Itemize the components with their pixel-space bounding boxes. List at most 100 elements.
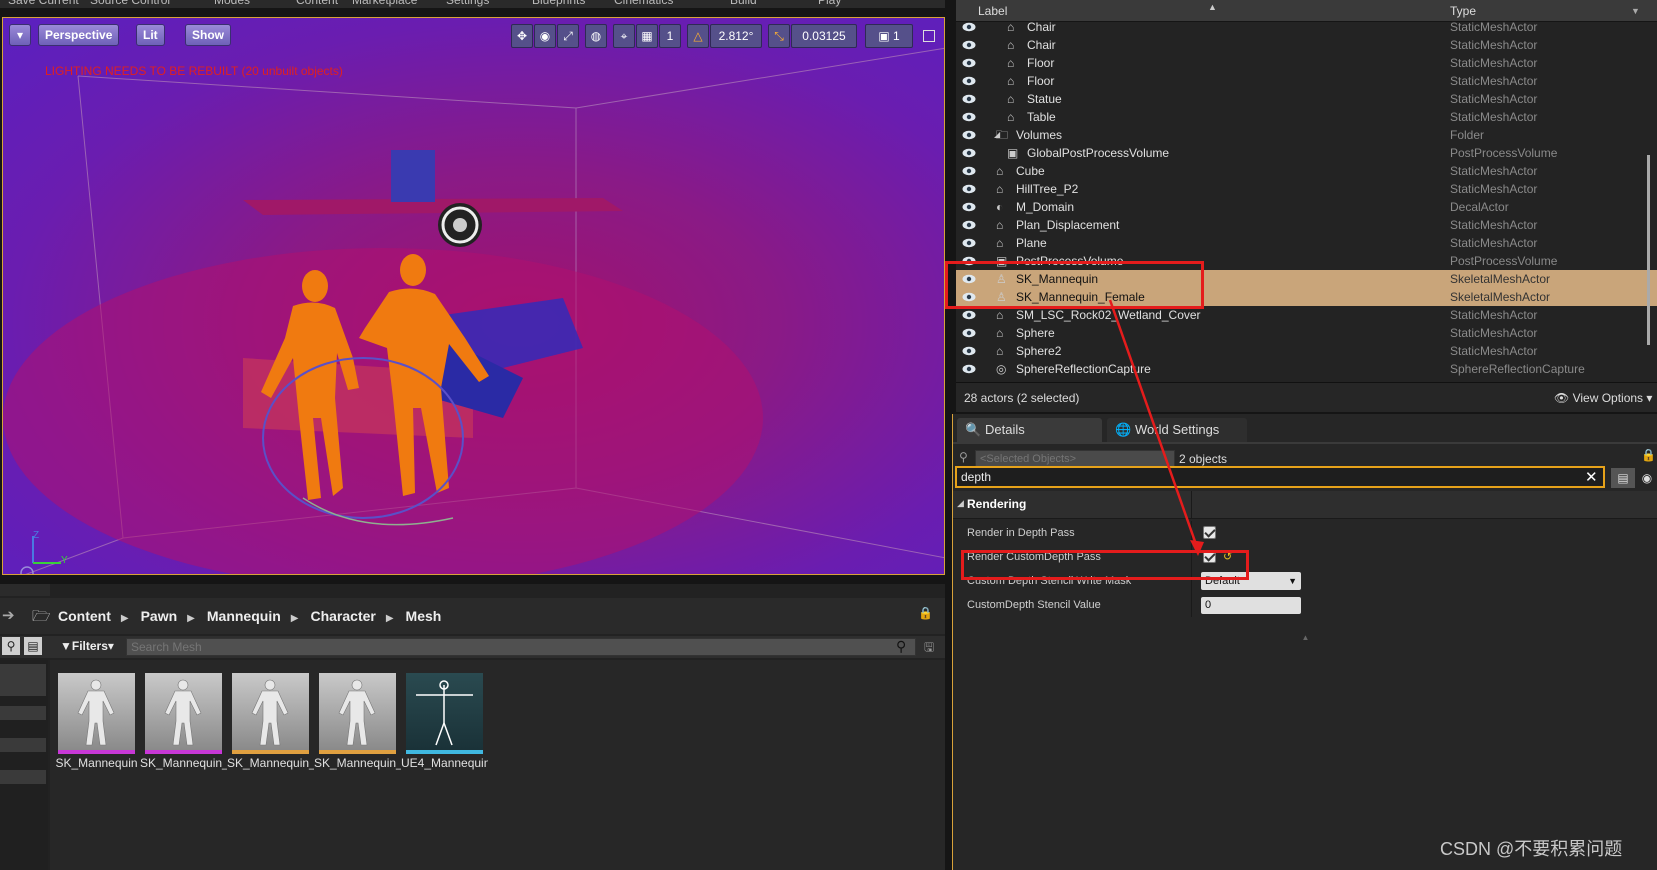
column-label-header[interactable]: Label [978,4,1007,18]
visibility-eye-icon[interactable] [962,328,976,338]
outliner-row[interactable]: ◢ 🗀 Volumes Folder [956,126,1657,144]
visibility-eye-icon[interactable] [962,76,976,86]
outliner-row[interactable]: ◎ SphereReflectionCapture SphereReflection… [956,360,1657,378]
show-button[interactable]: Show [185,24,231,46]
outliner-scrollbar[interactable] [1647,155,1650,345]
visibility-eye-icon[interactable] [962,346,976,356]
filters-button[interactable]: ▼Filters▾ [60,639,114,653]
capture-icon: ◎ [996,362,1007,376]
outliner-row[interactable]: ▣ GlobalPostProcessVolume PostProcessVolum… [956,144,1657,162]
toolbar-item-build[interactable]: Build [730,0,757,7]
breadcrumb-item[interactable]: Character [310,608,375,624]
eye-icon[interactable]: ◉ [1637,468,1657,488]
actor-label: Plane [1016,236,1047,250]
stencil-value-input[interactable]: 0 [1201,597,1301,614]
grid-snap-icon[interactable]: ▦ [636,24,658,48]
resize-handle-icon[interactable]: ▲ [953,634,1657,642]
details-search-input[interactable]: depth [961,470,991,484]
clear-search-icon[interactable]: ✕ [1585,468,1598,486]
outliner-row[interactable]: ⌂ Sphere2 StaticMeshActor [956,342,1657,360]
toolbar-item-content[interactable]: Content [296,0,338,7]
view-options-button[interactable]: 👁 View Options ▾ [1554,391,1652,405]
visibility-eye-icon[interactable] [962,130,976,140]
toolbar-item-settings[interactable]: Settings [446,0,489,7]
details-search-box[interactable]: depth ✕ [955,466,1605,488]
number-value: 0 [1205,599,1212,611]
visibility-eye-icon[interactable] [962,22,976,32]
scale-snap-icon[interactable]: ⤡ [768,24,790,48]
lock-icon[interactable]: 🔒 [1641,448,1656,462]
world-space-icon[interactable]: ◍ [585,24,607,48]
scale-snap-value[interactable]: 0.03125 [791,24,857,48]
lock-icon[interactable]: 🔒 [918,606,933,620]
rotate-tool-icon[interactable]: ◉ [534,24,556,48]
visibility-eye-icon[interactable] [962,184,976,194]
outliner-row[interactable]: ⌂ Cube StaticMeshActor [956,162,1657,180]
surface-snap-icon[interactable]: ⌖ [613,24,635,48]
visibility-eye-icon[interactable] [962,310,976,320]
lit-button[interactable]: Lit [136,24,165,46]
toolbar-item-source-control[interactable]: Source Control [90,0,170,7]
breadcrumb-item[interactable]: Mannequin [207,608,281,624]
scale-tool-icon[interactable]: ⤢ [557,24,579,48]
outliner-row[interactable]: ◐ M_Domain DecalActor [956,198,1657,216]
breadcrumb-item[interactable]: Mesh [406,608,442,624]
viewport-menu-button[interactable]: ▾ [9,24,31,46]
forward-arrow-icon[interactable]: ➔ [2,606,15,624]
search-icon[interactable]: ⚲ [2,637,20,655]
visibility-eye-icon[interactable] [962,364,976,374]
visibility-eye-icon[interactable] [962,202,976,212]
tab-world-settings[interactable]: 🌐 World Settings [1107,418,1247,442]
maximize-viewport-icon[interactable] [923,30,935,42]
section-rendering[interactable]: ◢ Rendering [953,491,1657,519]
lock-icon[interactable]: ⚲ [959,450,968,464]
asset-search-input[interactable] [126,638,916,656]
list-view-icon[interactable]: ▤ [24,637,42,655]
toolbar-item-save-current[interactable]: Save Current [8,0,79,7]
visibility-eye-icon[interactable] [962,40,976,50]
level-viewport[interactable]: ▾ Perspective Lit Show ✥ ◉ ⤢ ◍ ⌖ ▦ 1 △ 2… [2,17,945,575]
breadcrumb-item[interactable]: Pawn [141,608,178,624]
rotation-snap-icon[interactable]: △ [687,24,709,48]
camera-speed[interactable]: ▣ 1 [865,24,913,48]
visibility-eye-icon[interactable] [962,112,976,122]
save-search-icon[interactable]: 🖫 [924,638,934,659]
outliner-row[interactable]: ⌂ HillTree_P2 StaticMeshActor [956,180,1657,198]
grid-size[interactable]: 1 [659,24,681,48]
mesh-icon: ⌂ [996,344,1004,358]
chevron-down-icon[interactable]: ▼ [1631,6,1640,16]
visibility-eye-icon[interactable] [962,148,976,158]
tab-details[interactable]: 🔍 Details [957,418,1102,442]
column-type-header[interactable]: Type [1450,4,1476,18]
camera-icon: ▣ [878,29,893,43]
outliner-row[interactable]: ⌂ Floor StaticMeshActor [956,72,1657,90]
outliner-row[interactable]: ⌂ Table StaticMeshActor [956,108,1657,126]
mesh-icon: ⌂ [996,218,1004,232]
property-checkbox[interactable] [1203,526,1216,539]
outliner-row[interactable]: ⌂ Chair StaticMeshActor [956,18,1657,36]
outliner-row[interactable]: ⌂ Floor StaticMeshActor [956,54,1657,72]
property-matrix-icon[interactable]: ▤ [1611,468,1635,488]
outliner-row[interactable]: ⌂ Sphere StaticMeshActor [956,324,1657,342]
actor-label: Floor [1027,74,1055,88]
perspective-button[interactable]: Perspective [38,24,120,46]
actor-label: Chair [1027,20,1056,34]
outliner-row[interactable]: ⌂ Statue StaticMeshActor [956,90,1657,108]
toolbar-item-marketplace[interactable]: Marketplace [352,0,417,7]
outliner-row[interactable]: ⌂ Chair StaticMeshActor [956,36,1657,54]
toolbar-item-play[interactable]: Play [818,0,841,7]
translate-tool-icon[interactable]: ✥ [511,24,533,48]
visibility-eye-icon[interactable] [962,238,976,248]
outliner-row[interactable]: ⌂ Plan_Displacement StaticMeshActor [956,216,1657,234]
visibility-eye-icon[interactable] [962,58,976,68]
outliner-row[interactable]: ⌂ Plane StaticMeshActor [956,234,1657,252]
rotation-snap-value[interactable]: 2.812° [710,24,762,48]
visibility-eye-icon[interactable] [962,94,976,104]
toolbar-item-blueprints[interactable]: Blueprints [532,0,585,7]
visibility-eye-icon[interactable] [962,220,976,230]
toolbar-item-modes[interactable]: Modes [214,0,250,7]
toolbar-item-cinematics[interactable]: Cinematics [614,0,673,7]
breadcrumb-item[interactable]: Content [58,608,111,624]
collapse-arrow-icon: ◢ [957,498,964,508]
visibility-eye-icon[interactable] [962,166,976,176]
